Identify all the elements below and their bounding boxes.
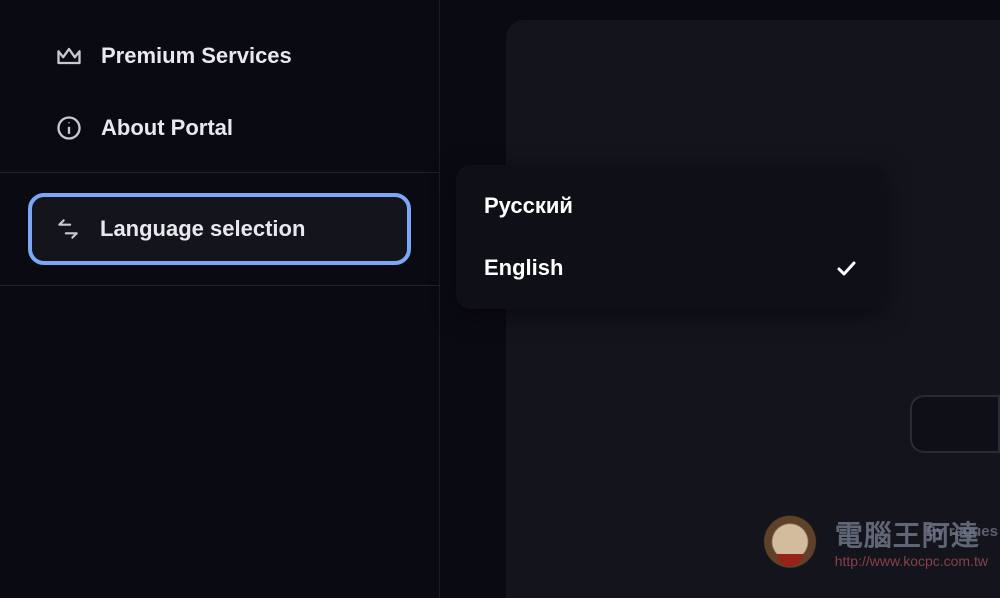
watermark-title: 電腦王阿達 [835,521,988,552]
sidebar-item-about[interactable]: About Portal [0,92,439,164]
language-option-label: Русский [484,193,573,219]
sidebar-item-premium[interactable]: Premium Services [0,20,439,92]
sidebar: Premium Services About Portal Language s… [0,0,440,598]
sidebar-item-language[interactable]: Language selection [28,193,411,265]
language-option-label: English [484,255,563,281]
info-icon [55,114,83,142]
divider [0,285,439,286]
divider [0,172,439,173]
language-option-english[interactable]: English [456,237,886,299]
watermark-avatar [757,512,823,578]
partial-button[interactable] [910,395,1000,453]
watermark: 電腦王阿達 http://www.kocpc.com.tw [757,512,988,578]
watermark-url: http://www.kocpc.com.tw [835,554,988,569]
crown-icon [55,42,83,70]
main-panel: Русский English By reques 電腦王阿達 http://w… [440,0,1000,598]
sidebar-item-label: Premium Services [101,43,292,69]
check-icon [834,256,858,280]
swap-icon [54,215,82,243]
language-menu: Русский English [456,165,886,309]
watermark-text: 電腦王阿達 http://www.kocpc.com.tw [835,521,988,569]
sidebar-item-label: Language selection [100,216,305,242]
sidebar-item-label: About Portal [101,115,233,141]
language-option-russian[interactable]: Русский [456,175,886,237]
